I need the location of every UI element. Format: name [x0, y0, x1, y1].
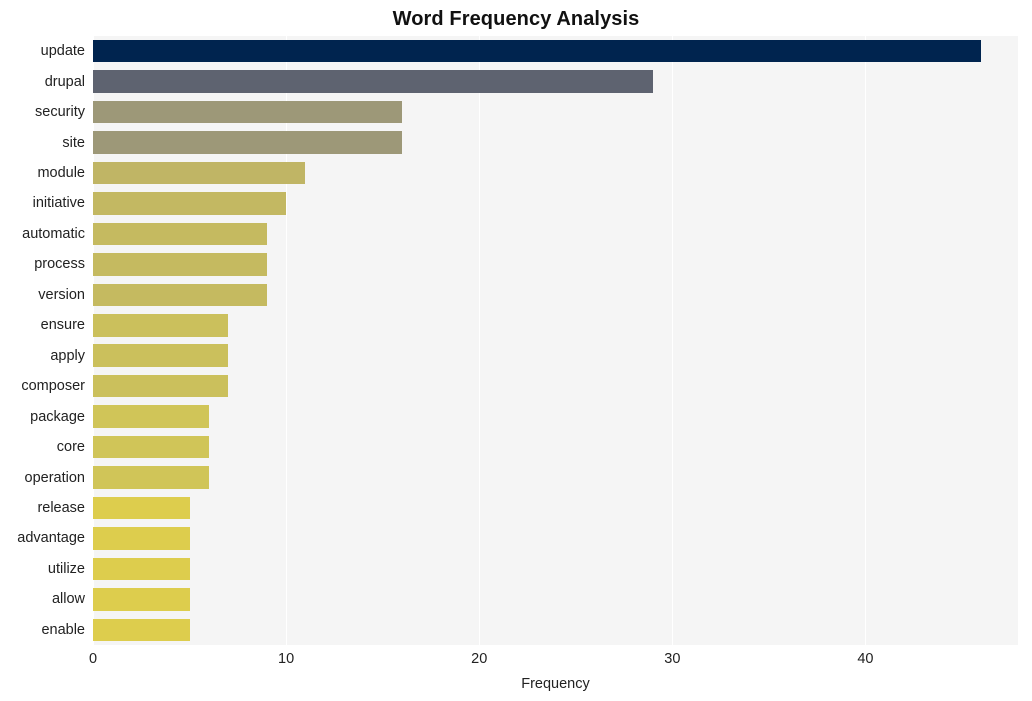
- bar[interactable]: [93, 283, 267, 307]
- x-axis-tick-labels: 0 10 20 30 40: [0, 650, 1032, 674]
- bar[interactable]: [93, 435, 209, 459]
- y-axis-tick-label: ensure: [40, 317, 85, 334]
- bar-row[interactable]: [93, 70, 1018, 93]
- y-axis-tick-label: operation: [24, 469, 85, 486]
- bar-row[interactable]: [93, 131, 1018, 154]
- bar-row[interactable]: [93, 100, 1018, 124]
- bar[interactable]: [93, 527, 190, 550]
- bar[interactable]: [93, 253, 267, 276]
- y-axis-tick-label: core: [56, 439, 85, 456]
- y-axis-tick-label: advantage: [17, 530, 85, 547]
- y-axis-tick-label: package: [30, 408, 85, 425]
- bar-row[interactable]: [93, 39, 1018, 63]
- bar-row[interactable]: [93, 192, 1018, 215]
- bar[interactable]: [93, 466, 209, 489]
- y-axis-tick-label: drupal: [44, 73, 85, 90]
- bar[interactable]: [93, 131, 402, 154]
- bar[interactable]: [93, 39, 982, 63]
- y-axis-tick-label: site: [62, 134, 85, 151]
- bar[interactable]: [93, 557, 190, 581]
- bars-container: [93, 36, 1018, 645]
- word-frequency-chart: Word Frequency Analysis update drupal secu…: [0, 0, 1032, 701]
- bar[interactable]: [93, 70, 654, 93]
- x-axis-title: Frequency: [521, 676, 590, 692]
- bar-row[interactable]: [93, 588, 1018, 611]
- bar-row[interactable]: [93, 557, 1018, 581]
- y-axis-tick-label: allow: [51, 591, 85, 608]
- x-axis-tick-label: 10: [278, 651, 295, 667]
- bar[interactable]: [93, 314, 229, 337]
- bar-row[interactable]: [93, 344, 1018, 367]
- x-axis-tick-label: 40: [857, 651, 874, 667]
- y-axis-tick-label: composer: [21, 378, 85, 395]
- bar-row[interactable]: [93, 222, 1018, 246]
- x-axis-tick-label: 30: [664, 651, 681, 667]
- x-axis-tick-label: 20: [471, 651, 488, 667]
- bar-row[interactable]: [93, 618, 1018, 642]
- y-axis-tick-label: version: [38, 286, 85, 303]
- bar-row[interactable]: [93, 466, 1018, 489]
- bar[interactable]: [93, 618, 190, 642]
- chart-title: Word Frequency Analysis: [392, 8, 640, 30]
- y-axis-tick-label: release: [37, 499, 85, 516]
- bar[interactable]: [93, 496, 190, 520]
- bar[interactable]: [93, 344, 229, 367]
- bar[interactable]: [93, 161, 306, 185]
- y-axis-tick-label: process: [34, 256, 85, 273]
- bar-row[interactable]: [93, 496, 1018, 520]
- y-axis-tick-label: initiative: [32, 195, 85, 212]
- y-axis-tick-label: module: [37, 165, 85, 182]
- y-axis-tick-labels: update drupal security site module initiative…: [0, 36, 85, 645]
- bar[interactable]: [93, 374, 229, 398]
- plot-area: [93, 36, 1018, 645]
- bar-row[interactable]: [93, 283, 1018, 307]
- bar[interactable]: [93, 588, 190, 611]
- bar[interactable]: [93, 222, 267, 246]
- bar-row[interactable]: [93, 314, 1018, 337]
- bar-row[interactable]: [93, 374, 1018, 398]
- y-axis-tick-label: security: [35, 104, 85, 121]
- y-axis-tick-label: apply: [50, 347, 85, 364]
- y-axis-tick-label: update: [40, 43, 85, 60]
- bar[interactable]: [93, 192, 287, 215]
- bar-row[interactable]: [93, 405, 1018, 428]
- bar[interactable]: [93, 405, 209, 428]
- bar-row[interactable]: [93, 253, 1018, 276]
- y-axis-tick-label: enable: [41, 621, 85, 638]
- bar[interactable]: [93, 100, 402, 124]
- x-axis-tick-label: 0: [88, 651, 98, 667]
- bar-row[interactable]: [93, 435, 1018, 459]
- bar-row[interactable]: [93, 527, 1018, 550]
- y-axis-tick-label: utilize: [47, 560, 85, 577]
- y-axis-tick-label: automatic: [22, 225, 85, 242]
- bar-row[interactable]: [93, 161, 1018, 185]
